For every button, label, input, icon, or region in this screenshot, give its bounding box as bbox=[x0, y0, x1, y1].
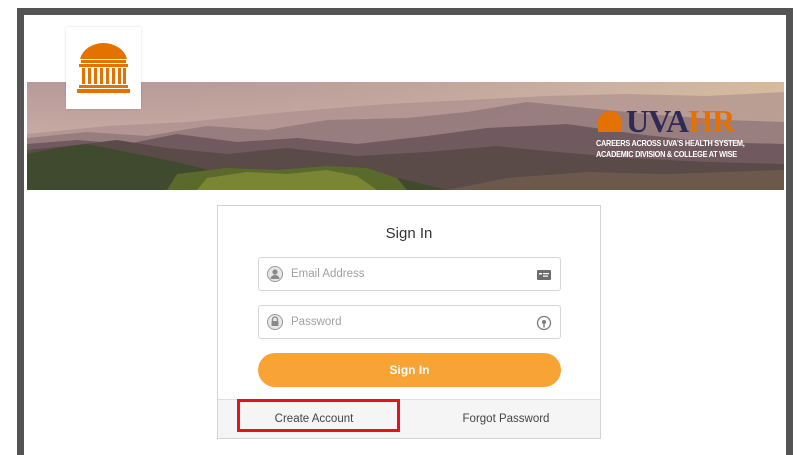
tagline-line-2: ACADEMIC DIVISION & COLLEGE AT WISE bbox=[596, 149, 737, 159]
sign-in-button[interactable]: Sign In bbox=[258, 353, 561, 387]
email-field[interactable] bbox=[258, 257, 561, 291]
reveal-password-icon[interactable] bbox=[536, 315, 552, 331]
uvahr-brand: UVAHR CAREERS ACROSS UVA'S HEALTH SYSTEM… bbox=[596, 104, 776, 160]
uva-logo bbox=[66, 27, 141, 109]
forgot-password-link[interactable]: Forgot Password bbox=[410, 400, 602, 438]
card-footer: Create Account Forgot Password bbox=[218, 399, 600, 438]
contact-card-icon[interactable] bbox=[536, 267, 552, 283]
lock-icon bbox=[267, 314, 283, 330]
rotunda-icon bbox=[77, 43, 130, 93]
sign-in-card: Sign In Email Address Sign In Create Acc… bbox=[217, 205, 601, 439]
user-icon bbox=[267, 266, 283, 282]
create-account-link[interactable]: Create Account bbox=[218, 400, 410, 438]
uvahr-logo-text: UVAHR bbox=[626, 103, 735, 139]
tagline-line-1: CAREERS ACROSS UVA'S HEALTH SYSTEM, bbox=[596, 138, 745, 148]
password-input[interactable] bbox=[291, 306, 521, 338]
email-input[interactable] bbox=[291, 258, 521, 290]
password-field[interactable] bbox=[258, 305, 561, 339]
dome-icon bbox=[598, 111, 622, 132]
sign-in-title: Sign In bbox=[385, 225, 433, 242]
browser-frame: UVAHR CAREERS ACROSS UVA'S HEALTH SYSTEM… bbox=[17, 8, 793, 455]
